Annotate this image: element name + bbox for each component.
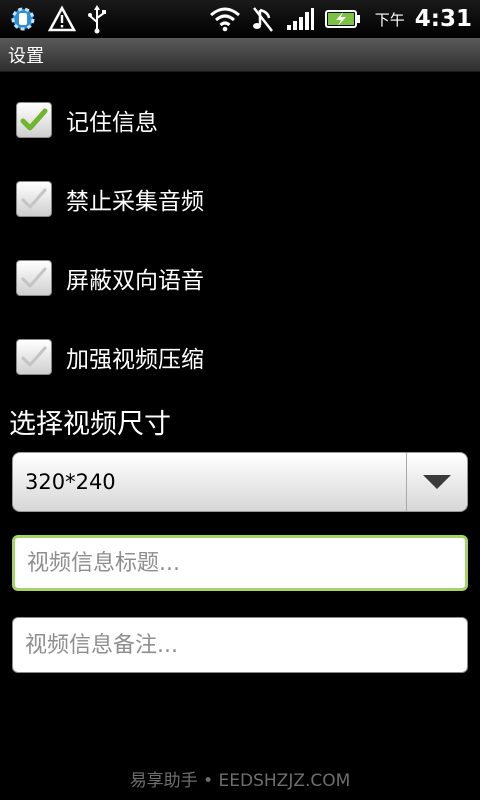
wifi-icon bbox=[209, 6, 241, 32]
option-label: 加强视频压缩 bbox=[66, 347, 204, 373]
title-bar: 设置 bbox=[0, 38, 480, 72]
option-disable-audio[interactable]: 禁止采集音频 bbox=[16, 177, 456, 221]
video-size-heading: 选择视频尺寸 bbox=[9, 409, 171, 440]
video-size-selected: 320*240 bbox=[25, 470, 116, 494]
option-label: 屏蔽双向语音 bbox=[66, 268, 204, 294]
status-bar-system: 下午 4:31 bbox=[209, 5, 472, 33]
battery-charging-icon bbox=[324, 8, 361, 30]
video-size-dropdown[interactable]: 320*240 bbox=[12, 452, 468, 512]
option-label: 禁止采集音频 bbox=[66, 189, 204, 215]
option-block-two-way-voice[interactable]: 屏蔽双向语音 bbox=[16, 256, 456, 300]
option-enhance-compression[interactable]: 加强视频压缩 bbox=[16, 335, 456, 379]
status-time: 4:31 bbox=[414, 6, 472, 32]
chevron-down-icon bbox=[423, 475, 451, 489]
usb-icon bbox=[86, 4, 108, 34]
check-icon bbox=[21, 346, 47, 367]
option-remember-info[interactable]: 记住信息 bbox=[16, 98, 456, 142]
option-checkbox[interactable] bbox=[16, 339, 52, 375]
settings-sync-icon bbox=[8, 4, 38, 34]
video-title-input[interactable] bbox=[12, 535, 468, 591]
video-note-input[interactable] bbox=[12, 617, 468, 673]
settings-screen: 下午 4:31 设置 记住信息 禁止采集音频 屏蔽双向语音 加强视频压缩 选择视… bbox=[0, 0, 480, 800]
dropdown-arrow-button[interactable] bbox=[406, 453, 467, 511]
option-checkbox[interactable] bbox=[16, 102, 52, 138]
check-icon bbox=[21, 188, 47, 209]
check-icon bbox=[20, 108, 48, 131]
status-bar-notifications bbox=[8, 4, 108, 34]
option-checkbox[interactable] bbox=[16, 260, 52, 296]
watermark: 易享助手 • EEDSHZJZ.COM bbox=[129, 771, 351, 791]
option-label: 记住信息 bbox=[66, 110, 158, 136]
page-title: 设置 bbox=[8, 45, 44, 67]
check-icon bbox=[21, 267, 47, 288]
status-bar: 下午 4:31 bbox=[0, 0, 480, 38]
signal-icon bbox=[285, 6, 315, 32]
warning-icon bbox=[48, 5, 76, 33]
music-muted-icon bbox=[251, 5, 275, 33]
option-checkbox[interactable] bbox=[16, 181, 52, 217]
status-ampm: 下午 bbox=[374, 10, 405, 29]
